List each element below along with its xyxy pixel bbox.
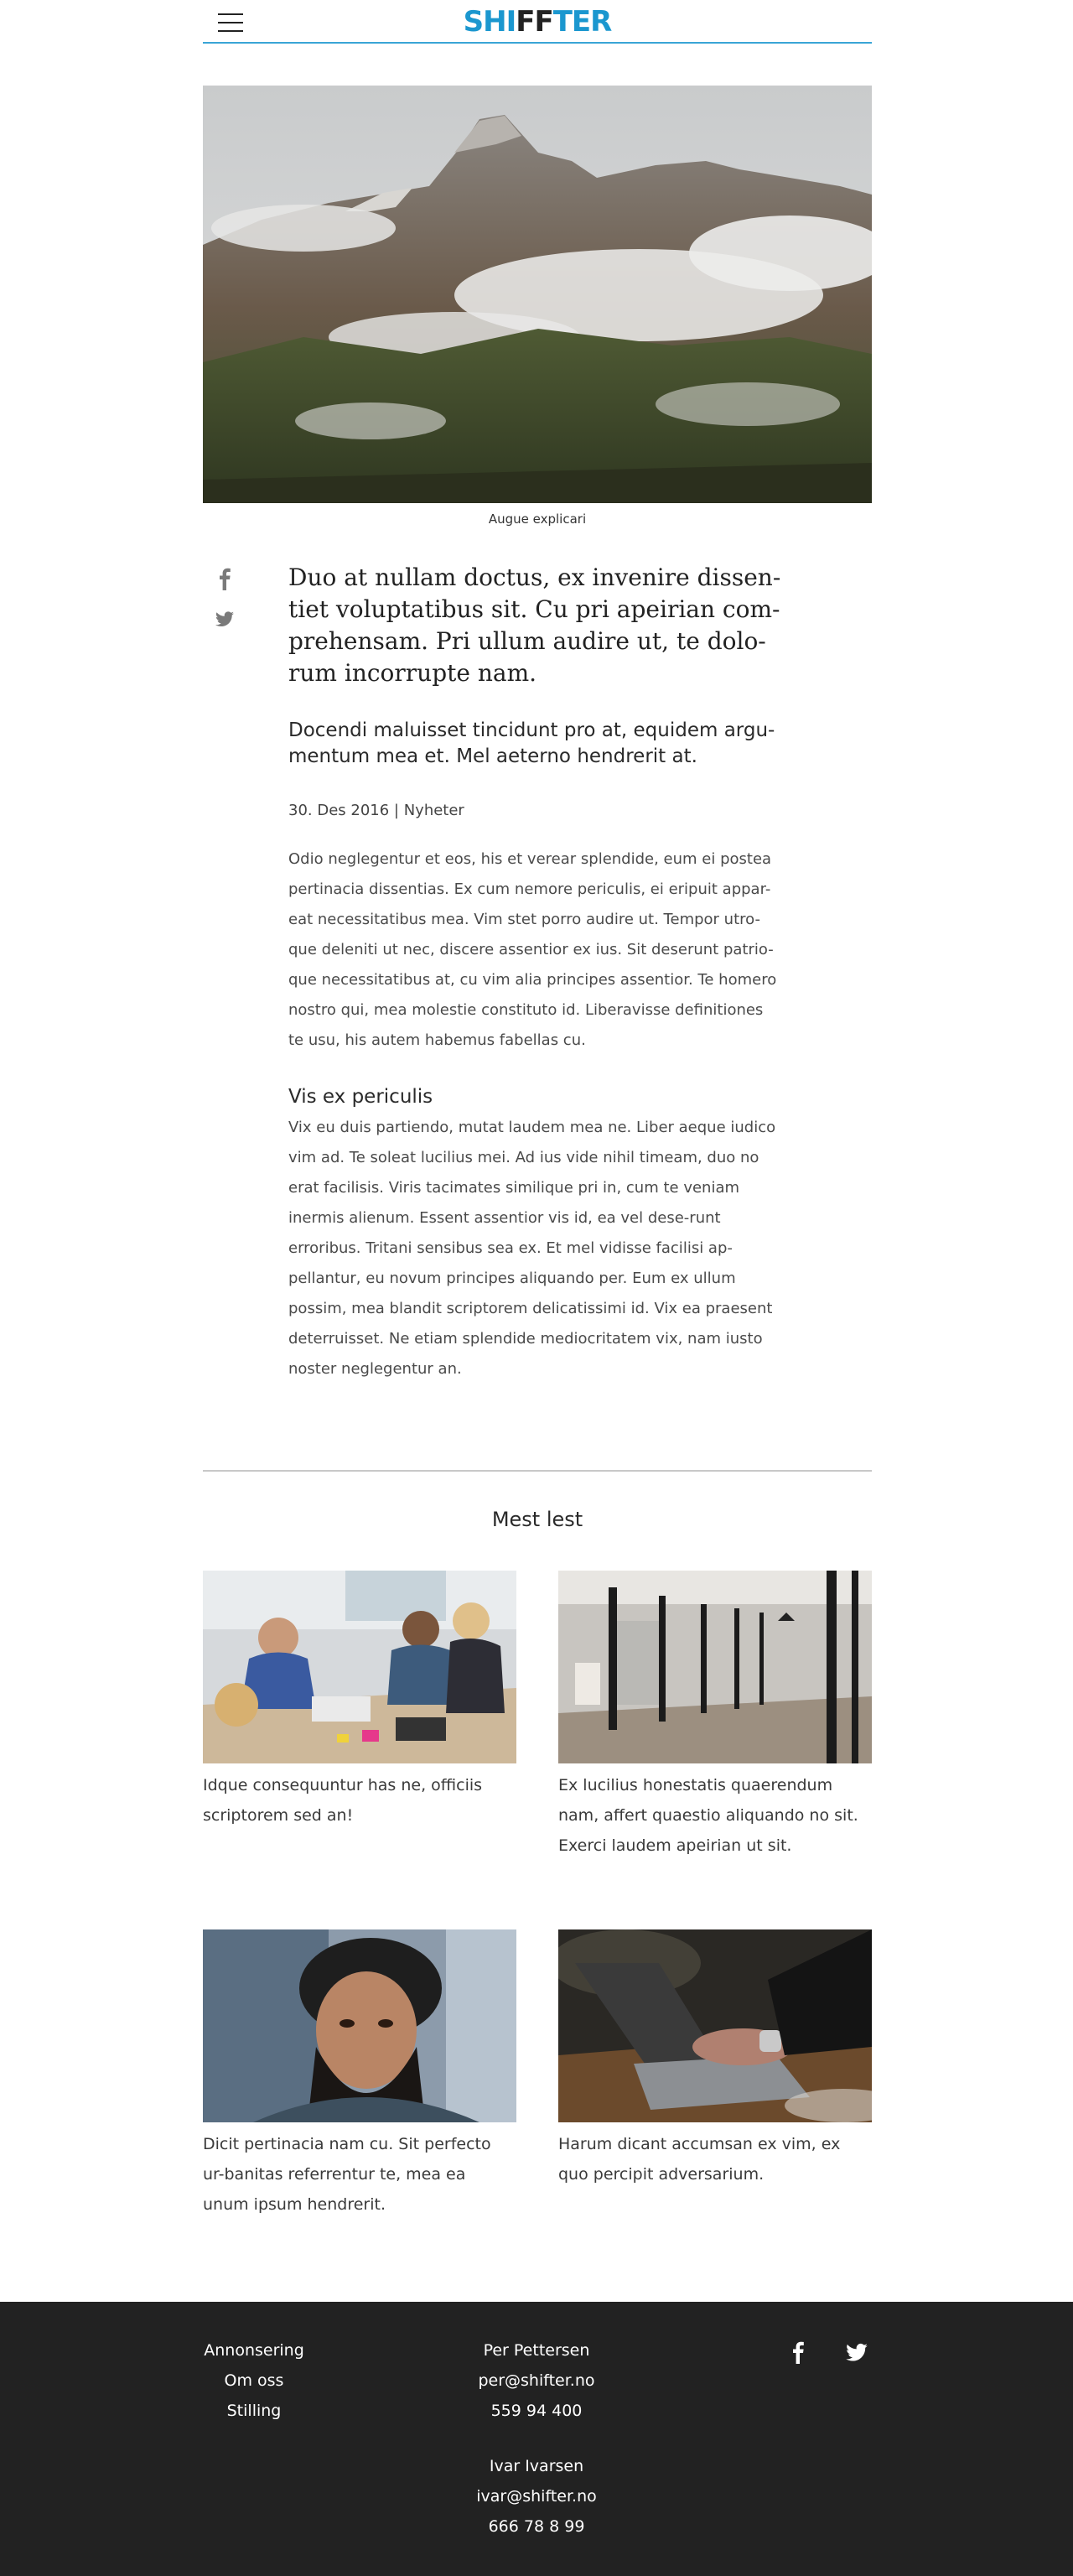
site-header: SHIFFTER — [203, 0, 872, 44]
contact-phone[interactable]: 666 78 8 99 — [453, 2511, 620, 2542]
footer-link-om-oss[interactable]: Om oss — [204, 2366, 304, 2396]
twitter-icon[interactable] — [845, 2340, 868, 2364]
most-read-item[interactable]: Ex lucilius honestatis quaerendum nam, a… — [558, 1571, 872, 1861]
footer-link-stilling[interactable]: Stilling — [204, 2396, 304, 2426]
hero-image — [203, 86, 872, 503]
most-read-item[interactable]: Idque consequuntur has ne, officiis scri… — [203, 1571, 516, 1831]
most-read-text[interactable]: Idque consequuntur has ne, officiis scri… — [203, 1770, 516, 1831]
share-bar — [215, 567, 235, 647]
most-read-text[interactable]: Dicit pertinacia nam cu. Sit perfecto ur… — [203, 2129, 516, 2220]
contact-phone[interactable]: 559 94 400 — [453, 2396, 620, 2426]
footer-social — [786, 2340, 870, 2367]
footer-links: Annonsering Om oss Stilling — [204, 2335, 304, 2426]
contact-name: Per Pettersen — [483, 2341, 590, 2360]
article-lead: Duo at nullam doctus, ex invenire dissen… — [288, 564, 781, 687]
most-read-text[interactable]: Ex lucilius honestatis quaerendum nam, a… — [558, 1770, 872, 1861]
laptop-hands-photo[interactable] — [558, 1929, 872, 2122]
article-paragraph: Vix eu duis partiendo, mutat laudem mea … — [288, 1119, 776, 1378]
team-meeting-photo[interactable] — [203, 1571, 516, 1763]
section-divider — [203, 1470, 872, 1472]
most-read-text[interactable]: Harum dicant accumsan ex vim, ex quo per… — [558, 2129, 872, 2189]
contact-email[interactable]: per@shifter.no — [453, 2366, 620, 2396]
facebook-icon[interactable] — [786, 2340, 810, 2364]
footer-link-annonsering[interactable]: Annonsering — [204, 2335, 304, 2366]
article-paragraph: Odio neglegentur et eos, his et verear s… — [288, 850, 777, 1049]
bearded-man-photo[interactable] — [203, 1929, 516, 2122]
contact-name: Ivar Ivarsen — [489, 2457, 584, 2475]
article-body: Duo at nullam doctus, ex invenire dissen… — [288, 562, 783, 1384]
twitter-icon[interactable] — [215, 607, 235, 631]
site-logo[interactable]: SHIFFTER — [203, 5, 872, 39]
article-subheading: Docendi maluisset tincidunt pro at, equi… — [288, 719, 775, 767]
office-corridor-photo[interactable] — [558, 1571, 872, 1763]
hero-caption: Augue explicari — [488, 512, 587, 527]
most-read-item[interactable]: Harum dicant accumsan ex vim, ex quo per… — [558, 1929, 872, 2189]
contact-email[interactable]: ivar@shifter.no — [453, 2481, 620, 2511]
most-read-item[interactable]: Dicit pertinacia nam cu. Sit perfecto ur… — [203, 1929, 516, 2220]
article-meta: 30. Des 2016 | Nyheter — [288, 802, 464, 819]
section-title: Vis ex periculis — [288, 1086, 433, 1108]
most-read-title: Mest lest — [491, 1508, 583, 1531]
facebook-icon[interactable] — [215, 567, 235, 590]
site-footer: Annonsering Om oss Stilling Per Petterse… — [0, 2302, 1073, 2576]
footer-contacts: Per Pettersen per@shifter.no 559 94 400 … — [453, 2335, 620, 2542]
